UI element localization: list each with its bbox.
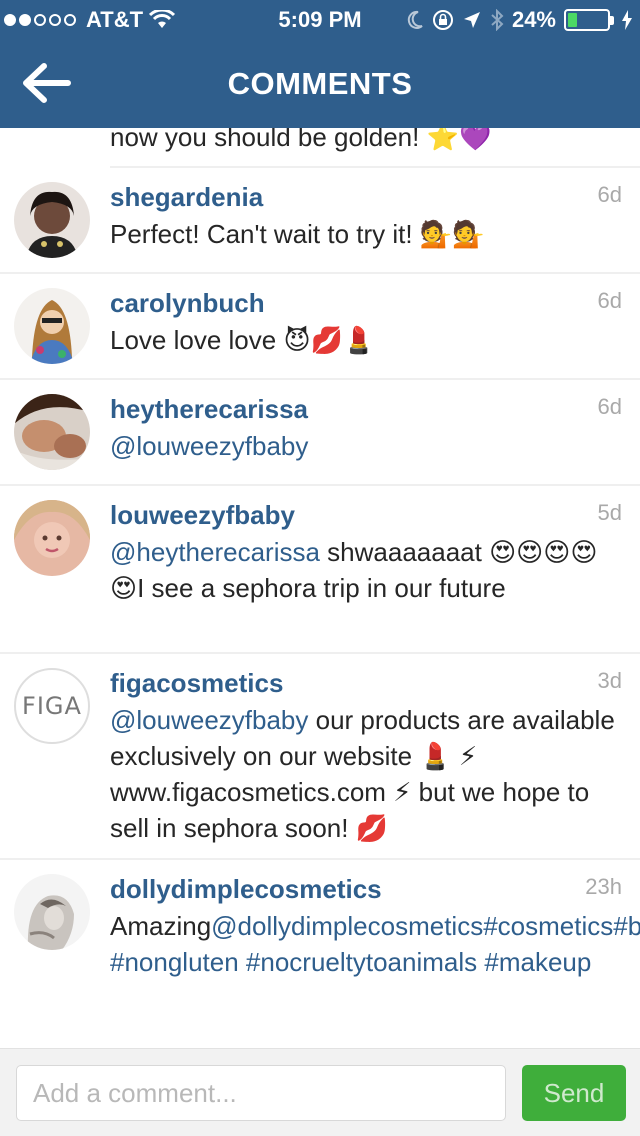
battery-icon [564,9,614,31]
comment-text: @louweezyfbaby [110,428,622,464]
comment-text-segment: Perfect! Can't wait to try it! 💁💁 [110,219,485,249]
top-bar: AT&T 5:09 PM 24% COMMENTS [0,0,640,128]
send-button[interactable]: Send [522,1065,626,1121]
comment-text: Perfect! Can't wait to try it! 💁💁 [110,216,622,252]
status-bar: AT&T 5:09 PM 24% [0,0,640,40]
comment-row[interactable]: carolynbuch 6d Love love love 😈💋💄 [0,274,640,380]
comment-username[interactable]: dollydimplecosmetics [110,874,382,905]
comment-row[interactable]: louweezyfbaby 5d @heytherecarissa shwaaaaa… [0,486,640,654]
comment-text: @louweezyfbaby our products are availabl… [110,702,622,846]
mention-link[interactable]: @louweezyfbaby [110,431,308,461]
comment-username[interactable]: carolynbuch [110,288,265,319]
comment-username[interactable]: louweezyfbaby [110,500,295,531]
avatar[interactable] [14,394,90,470]
page-title: COMMENTS [227,66,413,101]
status-right: 24% [406,7,632,33]
avatar[interactable] [14,182,90,258]
partial-comment-text: now you should be golden! ⭐💜 [110,128,492,152]
comment-timestamp: 3d [597,668,622,693]
comment-row[interactable]: heytherecarissa 6d @louweezyfbaby [0,380,640,486]
comment-row[interactable]: dollydimplecosmetics 23h Amazing@dollydimp… [0,860,640,1048]
avatar[interactable] [14,500,90,576]
comment-username[interactable]: heytherecarissa [110,394,308,425]
rotation-lock-icon [432,10,453,30]
comment-row[interactable]: shegardenia 6d Perfect! Can't wait to try … [0,168,640,274]
mention-link[interactable]: @louweezyfbaby [110,705,308,735]
comment-username[interactable]: shegardenia [110,182,263,213]
comment-list[interactable]: now you should be golden! ⭐💜 shegardenia… [0,128,640,1048]
comment-input[interactable] [16,1065,506,1121]
avatar[interactable] [14,288,90,364]
comment-timestamp: 5d [597,500,622,525]
location-arrow-icon [463,12,480,28]
comment-row[interactable]: FIGA figacosmetics 3d @louweezyfbaby our pr… [0,654,640,860]
comment-text: Love love love 😈💋💄 [110,322,622,358]
comment-username[interactable]: figacosmetics [110,668,283,699]
comment-text-segment: Amazing [110,911,212,941]
comment-composer: Send [0,1048,640,1136]
comment-text: @heytherecarissa shwaaaaaaat 😍😍😍😍😍I see … [110,534,622,606]
comment-text-segment: Love love love 😈💋💄 [110,325,376,355]
mention-link[interactable]: @heytherecarissa [110,537,320,567]
comment-timestamp: 6d [597,288,622,313]
comment-text: Amazing@dollydimplecosmetics#cosmetics#b… [110,908,640,980]
avatar[interactable] [14,874,90,950]
moon-icon [407,10,423,29]
avatar[interactable]: FIGA [14,668,90,744]
comment-timestamp: 6d [597,182,622,207]
bluetooth-icon [491,9,504,31]
comment-timestamp: 6d [597,394,622,419]
charging-bolt-icon [622,10,632,30]
comment-timestamp: 23h [585,874,622,899]
battery-percent: 24% [511,7,556,32]
